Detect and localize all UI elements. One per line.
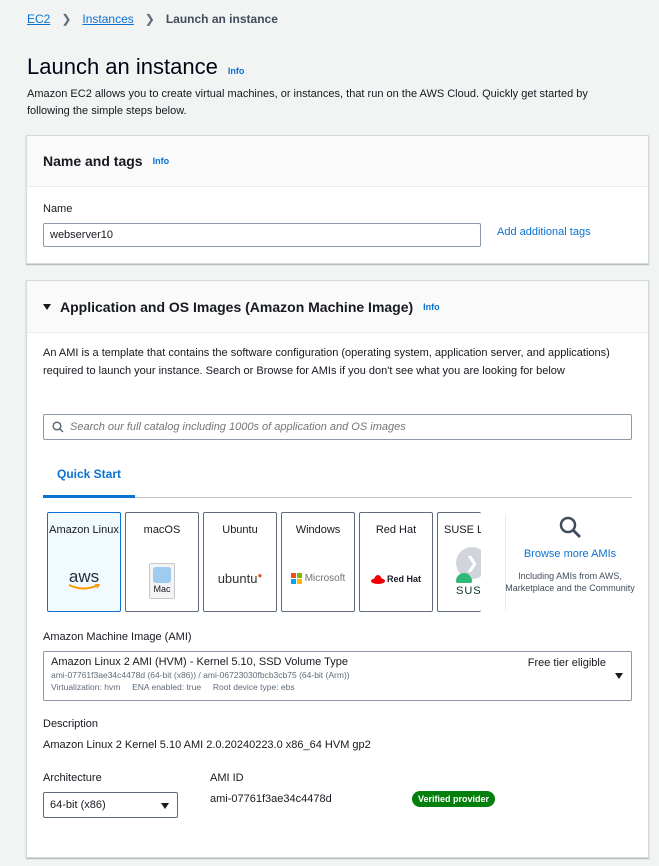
ami-id-label: AMI ID [210,772,244,784]
browse-more-amis-link[interactable]: Browse more AMIs [505,548,635,560]
microsoft-logo-icon: Microsoft [282,573,354,584]
ami-search-box[interactable] [43,414,632,440]
page-info-link[interactable]: Info [228,66,245,76]
breadcrumb: EC2 ❯ Instances ❯ Launch an instance [27,12,278,26]
architecture-value: 64-bit (x86) [50,799,106,811]
name-tags-info-link[interactable]: Info [153,156,170,166]
suse-logo-text: SUS [456,585,481,597]
mac-logo-icon: Mac [126,563,198,599]
os-card-red-hat[interactable]: Red Hat Red Hat [359,512,433,612]
os-card-label: Ubuntu [222,524,258,536]
browse-more-amis-subtitle: Including AMIs from AWS, Marketplace and… [505,571,635,593]
os-card-label: SUSE L [444,524,481,536]
ami-info-link[interactable]: Info [423,302,440,312]
ami-description: An AMI is a template that contains the s… [43,347,610,377]
ami-id-value: ami-07761f3ae34c4478d [210,793,332,805]
os-card-label: Red Hat [375,524,417,536]
architecture-select[interactable]: 64-bit (x86) [43,792,178,818]
caret-down-icon[interactable] [43,303,51,310]
name-and-tags-panel: Name and tags Info Name webserver10 Add … [26,135,649,264]
ami-meta: Virtualization: hvm ENA enabled: true Ro… [51,682,295,692]
ami-ids: ami-07761f3ae34c4478d (64-bit (x86)) / a… [51,670,350,680]
caret-down-icon[interactable] [161,803,169,809]
os-card-label: Amazon Linux [49,524,119,536]
ami-panel-title: Application and OS Images (Amazon Machin… [60,298,414,315]
os-card-label: Windows [295,524,341,536]
name-and-tags-header: Name and tags Info [27,136,648,187]
name-and-tags-title: Name and tags [43,153,143,169]
search-icon [52,421,64,433]
chevron-right-icon: ❯ [144,12,155,26]
os-card-suse[interactable]: SUSE L ❯ SUS [437,512,481,612]
os-card-windows[interactable]: Windows Microsoft [281,512,355,612]
tab-quick-start[interactable]: Quick Start [43,457,135,498]
suse-logo-icon [456,573,472,583]
architecture-label: Architecture [43,772,102,784]
ami-label: Amazon Machine Image (AMI) [43,631,192,643]
name-input[interactable]: webserver10 [43,223,481,247]
ami-panel-header[interactable]: Application and OS Images (Amazon Machin… [27,281,648,333]
breadcrumb-current: Launch an instance [165,12,278,26]
os-card-label: macOS [143,524,181,536]
redhat-logo-icon: Red Hat [360,574,432,584]
caret-down-icon[interactable] [615,673,623,679]
description-value: Amazon Linux 2 Kernel 5.10 AMI 2.0.20240… [43,739,371,751]
browse-more-amis[interactable]: Browse more AMIs Including AMIs from AWS… [505,515,635,594]
aws-logo-icon: aws [48,567,120,590]
search-icon [559,516,581,538]
os-card-amazon-linux[interactable]: Amazon Linux aws [47,512,121,612]
free-tier-label: Free tier eligible [527,657,606,669]
ami-panel: Application and OS Images (Amazon Machin… [26,280,649,858]
ami-select[interactable]: Amazon Linux 2 AMI (HVM) - Kernel 5.10, … [43,651,632,701]
page-description: Amazon EC2 allows you to create virtual … [27,88,588,117]
verified-provider-badge: Verified provider [412,791,496,807]
page-title: Launch an instance [27,54,218,79]
ubuntu-logo-icon: ubuntu● [217,571,263,586]
chevron-right-icon: ❯ [61,12,72,26]
description-label: Description [43,718,99,730]
name-label: Name [43,203,73,215]
ami-tabs: Quick Start [43,457,632,498]
page-header: Launch an instance Info [27,54,244,80]
os-card-ubuntu[interactable]: Ubuntu ubuntu● [203,512,277,612]
ami-search-input[interactable] [70,421,610,433]
breadcrumb-ec2[interactable]: EC2 [27,12,50,26]
add-additional-tags-link[interactable]: Add additional tags [497,226,591,238]
os-card-macos[interactable]: macOS Mac [125,512,199,612]
breadcrumb-instances[interactable]: Instances [82,12,133,26]
